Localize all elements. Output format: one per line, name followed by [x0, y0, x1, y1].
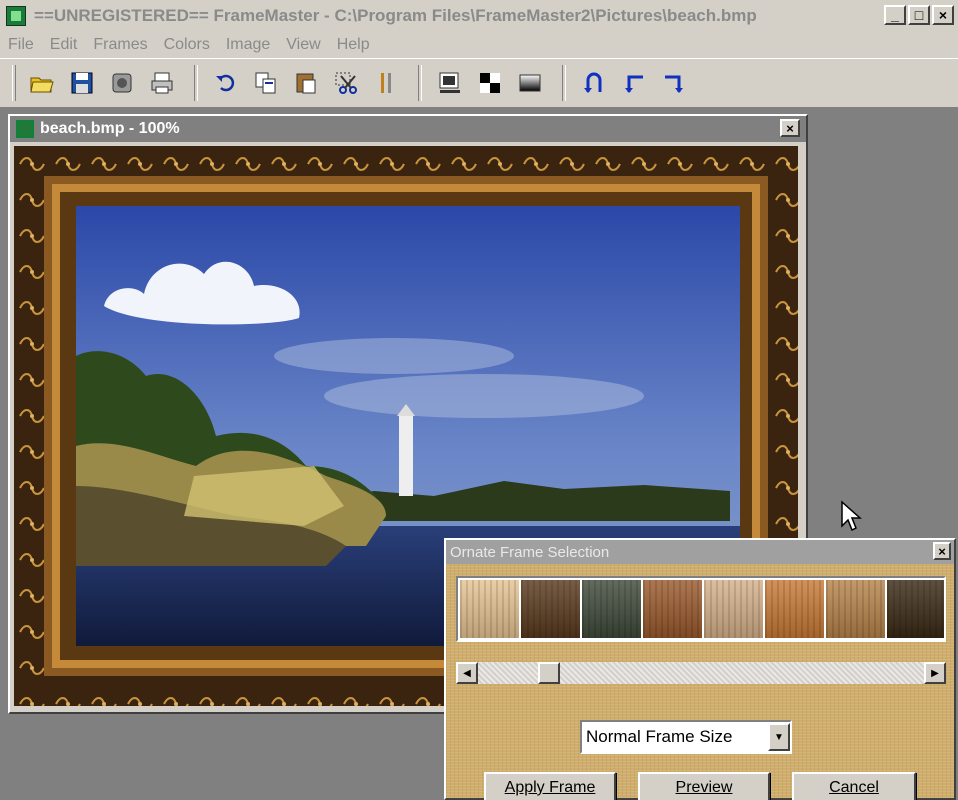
frame-swatch[interactable]	[643, 580, 702, 638]
print-icon	[151, 72, 173, 94]
mouse-pointer-icon	[841, 500, 862, 532]
toolbar-separator	[194, 65, 198, 101]
apply-frame-button[interactable]: Apply Frame	[484, 772, 616, 800]
scroll-right-icon[interactable]: ▶	[924, 662, 946, 684]
checker-icon	[480, 73, 500, 93]
scan-icon	[112, 73, 132, 93]
scan-button[interactable]	[104, 65, 140, 101]
menu-colors[interactable]: Colors	[164, 36, 210, 54]
crop-icon	[335, 72, 357, 94]
cancel-button[interactable]: Cancel	[792, 772, 916, 800]
dialog-body: ◀ ▶ Normal Frame Size ▼ Apply Frame Prev…	[446, 564, 954, 800]
frame-button[interactable]	[432, 65, 468, 101]
toolbar-separator	[418, 65, 422, 101]
crop-button[interactable]	[328, 65, 364, 101]
save-icon	[71, 72, 93, 94]
save-button[interactable]	[64, 65, 100, 101]
frame-size-select[interactable]: Normal Frame Size ▼	[580, 720, 792, 754]
undo-button[interactable]	[208, 65, 244, 101]
frame-swatch[interactable]	[826, 580, 885, 638]
dialog-title-bar[interactable]: Ornate Frame Selection ×	[446, 540, 954, 564]
flip-icon	[584, 72, 602, 93]
frame-swatch[interactable]	[765, 580, 824, 638]
copy-icon	[255, 72, 276, 94]
gradient-icon	[519, 74, 541, 92]
close-button[interactable]: ×	[932, 5, 954, 25]
image-window-close-button[interactable]: ×	[780, 119, 800, 137]
preview-button[interactable]: Preview	[638, 772, 770, 800]
copy-button[interactable]	[248, 65, 284, 101]
menu-view[interactable]: View	[286, 36, 320, 54]
scroll-thumb[interactable]	[538, 662, 560, 684]
menu-frames[interactable]: Frames	[93, 36, 147, 54]
frame-icon	[439, 72, 460, 93]
minimize-button[interactable]: _	[884, 5, 906, 25]
maximize-button[interactable]: □	[908, 5, 930, 25]
dialog-close-button[interactable]: ×	[933, 542, 951, 560]
frame-swatch[interactable]	[582, 580, 641, 638]
image-window-title-bar[interactable]: beach.bmp - 100% ×	[10, 116, 806, 142]
flip-button[interactable]	[576, 65, 612, 101]
undo-icon	[216, 74, 235, 92]
toolbar-separator	[562, 65, 566, 101]
gradient-button[interactable]	[512, 65, 548, 101]
menu-help[interactable]: Help	[337, 36, 370, 54]
scroll-track[interactable]	[478, 662, 924, 684]
title-bar: ==UNREGISTERED== FrameMaster - C:\Progra…	[0, 0, 958, 32]
toolbar-grip[interactable]	[12, 65, 16, 101]
menu-file[interactable]: File	[8, 36, 34, 54]
tools-icon	[381, 73, 391, 93]
checker-button[interactable]	[472, 65, 508, 101]
dialog-title: Ornate Frame Selection	[450, 543, 610, 561]
print-button[interactable]	[144, 65, 180, 101]
window-title: ==UNREGISTERED== FrameMaster - C:\Progra…	[34, 6, 757, 25]
rotate-left-icon	[625, 75, 643, 93]
open-icon	[30, 77, 54, 93]
image-window-title: beach.bmp - 100%	[40, 120, 180, 137]
menu-image[interactable]: Image	[226, 36, 270, 54]
frame-swatch[interactable]	[887, 580, 944, 638]
document-icon	[16, 120, 34, 138]
toolbar	[0, 58, 958, 108]
frame-size-value: Normal Frame Size	[586, 727, 733, 746]
paste-button[interactable]	[288, 65, 324, 101]
scroll-left-icon[interactable]: ◀	[456, 662, 478, 684]
frame-swatch[interactable]	[521, 580, 580, 638]
rotate-right-button[interactable]	[656, 65, 692, 101]
rotate-left-button[interactable]	[616, 65, 652, 101]
open-button[interactable]	[24, 65, 60, 101]
swatch-scrollbar[interactable]: ◀ ▶	[456, 662, 946, 684]
frame-swatch[interactable]	[460, 580, 519, 638]
rotate-right-icon	[665, 75, 683, 93]
chevron-down-icon[interactable]: ▼	[768, 723, 790, 751]
ornate-frame-dialog: Ornate Frame Selection × ◀ ▶ Normal Fram…	[444, 538, 956, 800]
frame-swatch-list	[456, 576, 946, 642]
paste-icon	[296, 73, 316, 94]
menu-bar: File Edit Frames Colors Image View Help	[0, 32, 958, 58]
tools-button[interactable]	[368, 65, 404, 101]
window-controls: _ □ ×	[884, 5, 954, 25]
frame-swatch[interactable]	[704, 580, 763, 638]
app-icon	[6, 6, 26, 26]
menu-edit[interactable]: Edit	[50, 36, 78, 54]
